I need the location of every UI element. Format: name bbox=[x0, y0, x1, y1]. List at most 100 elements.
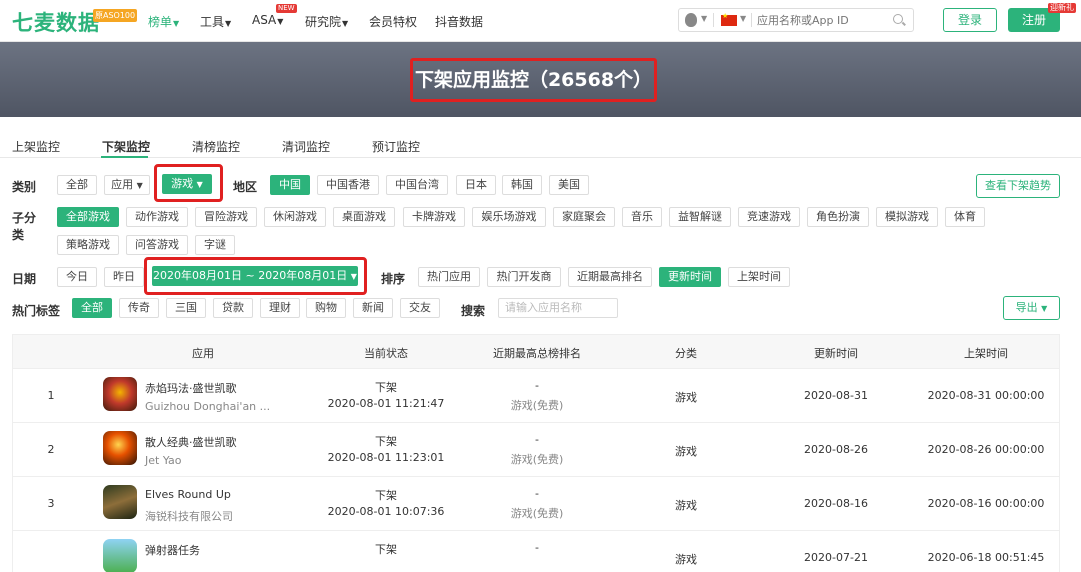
status-time: 2020-08-01 10:07:36 bbox=[327, 505, 445, 518]
subcategory-chip[interactable]: 休闲游戏 bbox=[264, 207, 326, 227]
tag-chip[interactable]: 贷款 bbox=[213, 298, 253, 318]
subcategory-chip[interactable]: 桌面游戏 bbox=[333, 207, 395, 227]
logo[interactable]: 七麦数据 bbox=[12, 7, 100, 37]
search-icon[interactable] bbox=[893, 14, 903, 24]
search-input[interactable] bbox=[757, 11, 887, 29]
app-icon[interactable] bbox=[103, 485, 137, 519]
table-row[interactable]: 2 散人经典·盛世凯歌 Jet Yao 下架 2020-08-01 11:23:… bbox=[13, 423, 1059, 477]
app-name[interactable]: Elves Round Up bbox=[145, 488, 231, 501]
sort-chip[interactable]: 热门开发商 bbox=[487, 267, 561, 287]
tab-preorder[interactable]: 预订监控 bbox=[372, 138, 420, 155]
highlight-box: 下架应用监控（26568个） bbox=[410, 58, 657, 102]
region-chip[interactable]: 日本 bbox=[456, 175, 496, 195]
subcategory-chip[interactable]: 卡牌游戏 bbox=[403, 207, 465, 227]
subcategory-chip[interactable]: 动作游戏 bbox=[126, 207, 188, 227]
tag-chip[interactable]: 购物 bbox=[306, 298, 346, 318]
subcategory-chip[interactable]: 角色扮演 bbox=[807, 207, 869, 227]
category-label: 类别 bbox=[12, 180, 37, 194]
tag-chip[interactable]: 新闻 bbox=[353, 298, 393, 318]
column-header: 当前状态 bbox=[364, 347, 408, 360]
category-all[interactable]: 全部 bbox=[57, 175, 97, 195]
rank: - bbox=[535, 541, 539, 554]
new-badge: NEW bbox=[276, 4, 297, 13]
tag-chip[interactable]: 传奇 bbox=[119, 298, 159, 318]
tag-chip[interactable]: 理财 bbox=[260, 298, 300, 318]
row-index: 1 bbox=[47, 389, 55, 402]
banner: 下架应用监控（26568个） bbox=[0, 42, 1081, 117]
nav-membership[interactable]: 会员特权 bbox=[369, 13, 417, 30]
app-name[interactable]: 弹射器任务 bbox=[145, 542, 200, 558]
subcategory-chip[interactable]: 音乐 bbox=[622, 207, 662, 227]
chevron-down-icon[interactable]: ▼ bbox=[740, 14, 746, 23]
chevron-down-icon[interactable]: ▼ bbox=[701, 14, 707, 23]
rank: - bbox=[535, 487, 539, 500]
chevron-down-icon: ▼ bbox=[225, 19, 232, 28]
sort-chip[interactable]: 上架时间 bbox=[728, 267, 790, 287]
app-name[interactable]: 赤焰玛法·盛世凯歌 bbox=[145, 380, 237, 396]
apple-icon[interactable] bbox=[685, 13, 697, 27]
tab-keyword-clear[interactable]: 清词监控 bbox=[282, 138, 330, 155]
column-header: 应用 bbox=[192, 347, 214, 360]
sort-chip[interactable]: 更新时间 bbox=[659, 267, 721, 287]
status: 下架 bbox=[375, 543, 397, 556]
region-chip[interactable]: 中国台湾 bbox=[386, 175, 448, 195]
export-button[interactable]: 导出 ▼ bbox=[1003, 296, 1060, 320]
tag-chip[interactable]: 全部 bbox=[72, 298, 112, 318]
tag-chip[interactable]: 三国 bbox=[166, 298, 206, 318]
region-chip[interactable]: 韩国 bbox=[502, 175, 542, 195]
subcategory-chip[interactable]: 家庭聚会 bbox=[553, 207, 615, 227]
listed-time: 2020-06-18 00:51:45 bbox=[927, 551, 1045, 564]
region-chip[interactable]: 中国香港 bbox=[317, 175, 379, 195]
login-button[interactable]: 登录 bbox=[943, 8, 997, 32]
subcategory-chip[interactable]: 策略游戏 bbox=[57, 235, 119, 255]
tab-listing[interactable]: 上架监控 bbox=[12, 138, 60, 155]
nav-douyin[interactable]: 抖音数据 bbox=[435, 13, 483, 30]
table-row[interactable]: 弹射器任务 下架 - 游戏 2020-07-21 2020-06-18 00:5… bbox=[13, 531, 1059, 572]
subcategory-chip[interactable]: 竞速游戏 bbox=[738, 207, 800, 227]
nav-rankings[interactable]: 榜单▼ bbox=[148, 13, 179, 30]
table-row[interactable]: 1 赤焰玛法·盛世凯歌 Guizhou Donghai'an ... 下架 20… bbox=[13, 369, 1059, 423]
tab-chart-clear[interactable]: 清榜监控 bbox=[192, 138, 240, 155]
table-row[interactable]: 3 Elves Round Up 海锐科技有限公司 下架 2020-08-01 … bbox=[13, 477, 1059, 531]
subcategory-chip[interactable]: 问答游戏 bbox=[126, 235, 188, 255]
region-label: 地区 bbox=[233, 180, 258, 194]
date-yesterday[interactable]: 昨日 bbox=[104, 267, 144, 287]
region-chip[interactable]: 中国 bbox=[270, 175, 310, 195]
date-today[interactable]: 今日 bbox=[57, 267, 97, 287]
subcategory-chip[interactable]: 体育 bbox=[945, 207, 985, 227]
subcategory-chip[interactable]: 益智解谜 bbox=[669, 207, 731, 227]
china-flag-icon[interactable] bbox=[721, 12, 737, 26]
sort-chip[interactable]: 热门应用 bbox=[418, 267, 480, 287]
chevron-down-icon: ▼ bbox=[1038, 304, 1048, 313]
category-game[interactable]: 游戏 ▼ bbox=[162, 174, 212, 194]
nav-tools[interactable]: 工具▼ bbox=[200, 13, 231, 30]
subcategory-chip[interactable]: 全部游戏 bbox=[57, 207, 119, 227]
subcategory-chip[interactable]: 冒险游戏 bbox=[195, 207, 257, 227]
updated-date: 2020-08-26 bbox=[804, 443, 868, 456]
sort-chip[interactable]: 近期最高排名 bbox=[568, 267, 652, 287]
nav-asa[interactable]: ASA▼ bbox=[252, 13, 283, 27]
app-icon[interactable] bbox=[103, 539, 137, 572]
subcategory-chip[interactable]: 字谜 bbox=[195, 235, 235, 255]
view-trend-button[interactable]: 查看下架趋势 bbox=[976, 174, 1060, 198]
page-title: 下架应用监控（26568个） bbox=[414, 69, 653, 91]
app-icon[interactable] bbox=[103, 431, 137, 465]
date-label: 日期 bbox=[12, 272, 37, 286]
app-developer: Jet Yao bbox=[145, 454, 182, 467]
chevron-down-icon: ▼ bbox=[348, 272, 357, 281]
app-icon[interactable] bbox=[103, 377, 137, 411]
app-name[interactable]: 散人经典·盛世凯歌 bbox=[145, 434, 237, 450]
tag-chip[interactable]: 交友 bbox=[400, 298, 440, 318]
listed-time: 2020-08-16 00:00:00 bbox=[927, 497, 1045, 510]
category-app[interactable]: 应用 ▼ bbox=[104, 175, 150, 195]
region-chip[interactable]: 美国 bbox=[549, 175, 589, 195]
tab-delisting[interactable]: 下架监控 bbox=[102, 138, 150, 155]
subcategory-chip[interactable]: 模拟游戏 bbox=[876, 207, 938, 227]
subcategory-chip[interactable]: 娱乐场游戏 bbox=[472, 207, 546, 227]
chevron-down-icon: ▼ bbox=[134, 181, 143, 190]
listed-time: 2020-08-26 00:00:00 bbox=[927, 443, 1045, 456]
app-name-search-input[interactable]: 请输入应用名称 bbox=[498, 298, 618, 318]
search-label: 搜索 bbox=[461, 304, 486, 318]
date-range-picker[interactable]: 2020年08月01日 ~ 2020年08月01日 ▼ bbox=[152, 266, 358, 286]
nav-research[interactable]: 研究院▼ bbox=[305, 13, 348, 30]
